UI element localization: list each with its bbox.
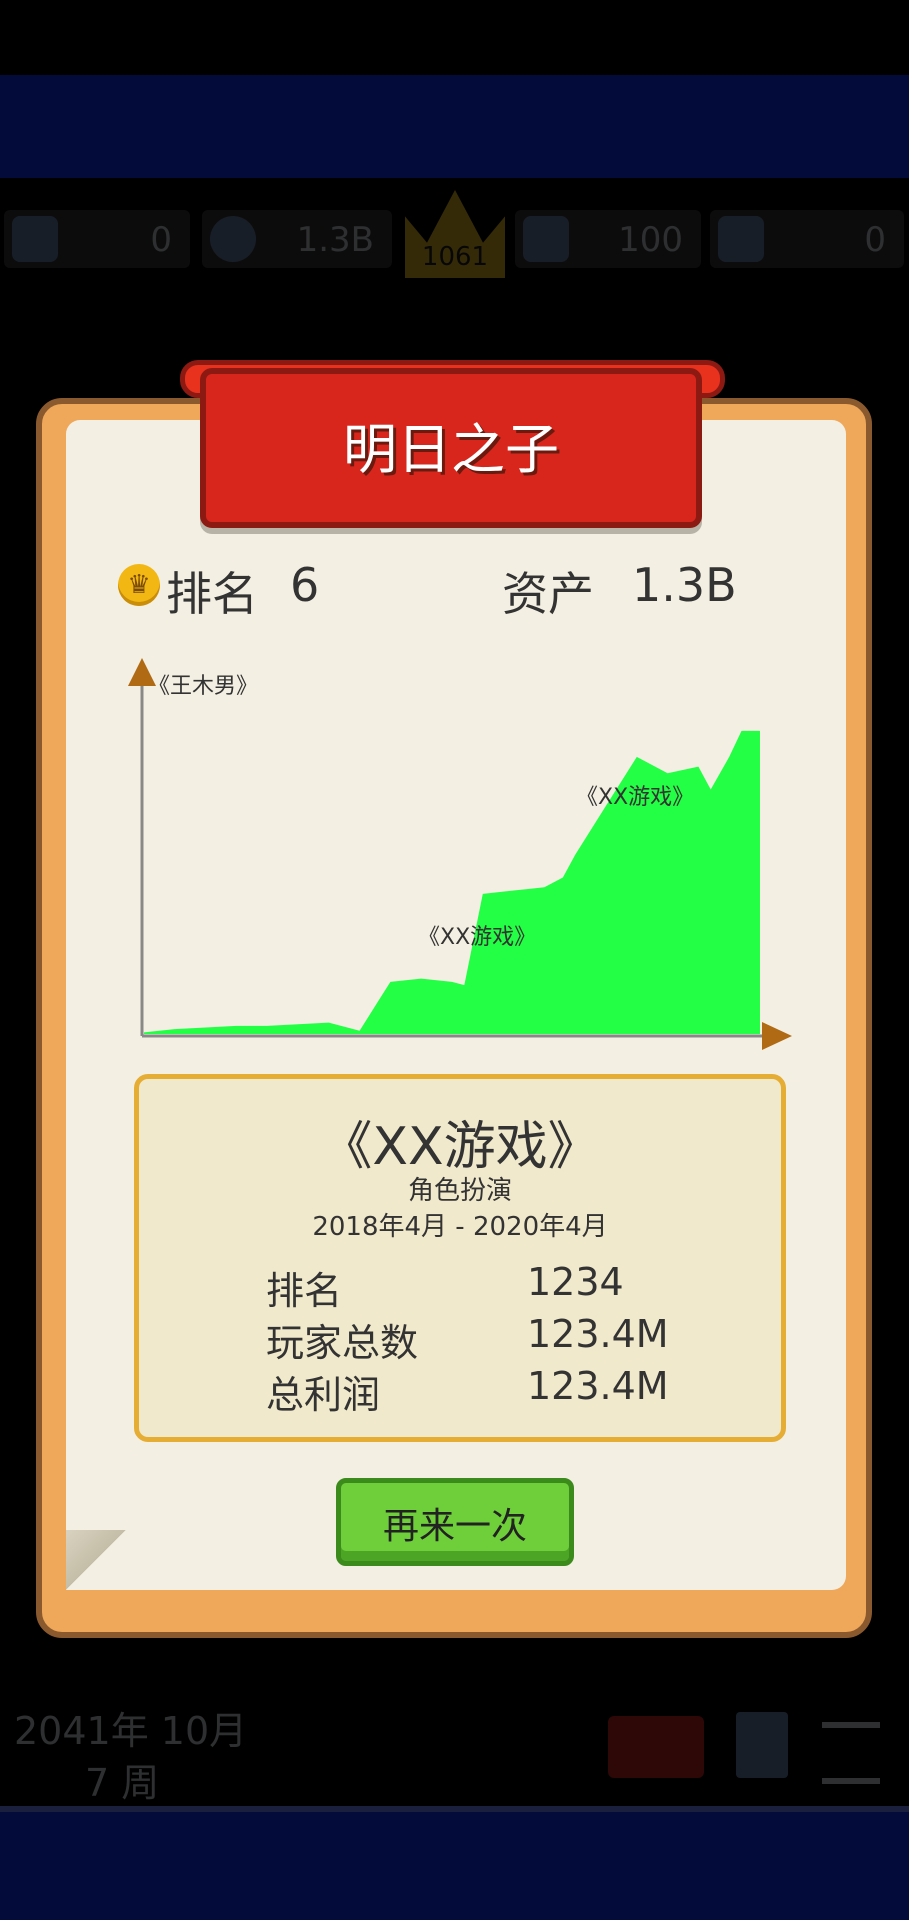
status-bar (0, 0, 909, 75)
assets-value: 1.3B (632, 558, 737, 612)
bottom-hud: 2041年 10月 7 周 (0, 1690, 909, 1805)
game-profit-label: 总利润 (266, 1373, 381, 1417)
sliders-icon (822, 1722, 880, 1784)
annotation-2: 《XX游戏》 (576, 785, 694, 810)
hud-fans: 100 (515, 210, 701, 268)
hud-other: 0 (710, 210, 904, 268)
fans-icon (523, 216, 569, 262)
hud-crown-score: 1061 (421, 242, 489, 272)
bottom-band (0, 1812, 909, 1920)
other-icon (718, 216, 764, 262)
game-profit-value: 123.4M (527, 1364, 669, 1408)
revenue-chart: 《王木男》 《XX游戏》 《XX游戏》 (128, 658, 792, 1050)
annotation-0: 《王木男》 (148, 674, 258, 699)
game-players-label: 玩家总数 (266, 1321, 419, 1365)
game-players-value: 123.4M (527, 1312, 669, 1356)
hud-fans-value: 100 (618, 220, 683, 260)
hud-money-value: 1.3B (296, 220, 374, 260)
x-axis-arrow-icon (762, 1022, 792, 1050)
assets-label: 资产 (502, 567, 594, 621)
money-bag-icon (210, 216, 256, 262)
game-rank-label: 排名 (266, 1269, 343, 1313)
crown-icon: ♛ (118, 564, 160, 606)
series-area (144, 730, 760, 1034)
game-title: 《XX游戏》 (320, 1117, 600, 1177)
rank-label: 排名 (166, 567, 258, 621)
page-curl (66, 1530, 126, 1590)
top-band (0, 75, 909, 178)
book-icon (736, 1712, 788, 1778)
game-genre: 角色扮演 (407, 1176, 512, 1206)
date-label: 2041年 10月 (14, 1709, 248, 1753)
hud-other-value: 0 (864, 220, 886, 260)
retry-button[interactable] (336, 1478, 574, 1566)
hud-money: 1.3B (202, 210, 392, 268)
game-rank-value: 1234 (527, 1260, 624, 1304)
rank-value: 6 (290, 558, 320, 612)
action-button (608, 1716, 704, 1778)
chart-area-group (144, 730, 760, 1034)
hud-trophies-value: 0 (150, 220, 172, 260)
annotation-1: 《XX游戏》 (418, 925, 536, 950)
week-label: 7 周 (85, 1761, 160, 1805)
hud-trophies: 0 (4, 210, 190, 268)
panel-title: 明日之子 (343, 418, 559, 481)
hud-bar: 0 1.3B 1061 100 0 (0, 190, 909, 290)
game-dates: 2018年4月 - 2020年4月 (312, 1212, 608, 1242)
trophy-icon (12, 216, 58, 262)
